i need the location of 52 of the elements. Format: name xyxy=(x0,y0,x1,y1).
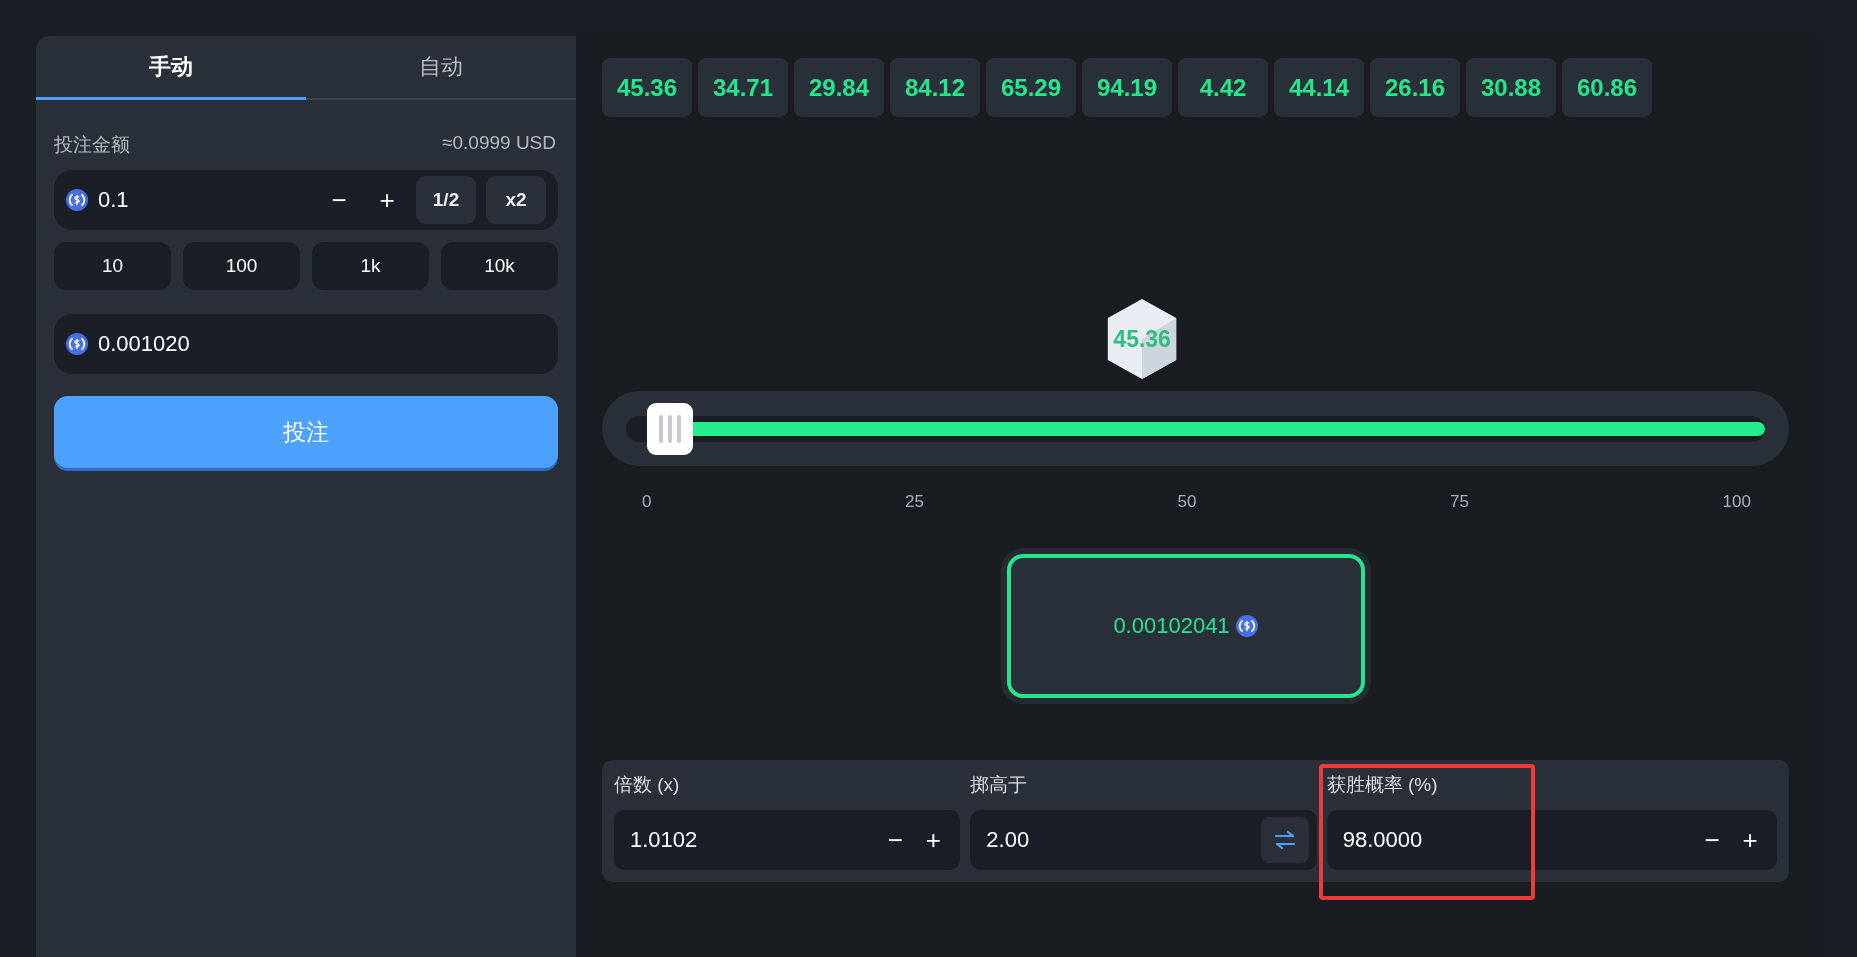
coin-icon xyxy=(66,189,88,211)
bet-amount-value: 0.1 xyxy=(98,187,129,213)
plus-button[interactable]: + xyxy=(368,183,406,217)
history-result: 29.84 xyxy=(794,58,884,117)
minus-button[interactable]: − xyxy=(876,823,915,857)
payout-amount: 0.00102041 xyxy=(1113,613,1230,639)
minus-button[interactable]: − xyxy=(1693,823,1731,857)
scale-label: 75 xyxy=(1450,492,1469,512)
plus-button[interactable]: + xyxy=(914,823,953,857)
history-result: 94.19 xyxy=(1082,58,1172,117)
scale-label: 50 xyxy=(1177,492,1197,512)
minus-button[interactable]: − xyxy=(320,183,358,217)
quick-amount-button[interactable]: 1k xyxy=(312,242,429,290)
history-result: 34.71 xyxy=(698,58,788,117)
field-value: 1.0102 xyxy=(630,827,698,853)
field-value: 98.0000 xyxy=(1342,827,1423,853)
swap-button[interactable] xyxy=(1260,817,1309,863)
history-result: 84.12 xyxy=(890,58,980,117)
history-result: 44.14 xyxy=(1274,58,1364,117)
history-result: 30.88 xyxy=(1466,58,1556,117)
quick-amount-button[interactable]: 100 xyxy=(183,242,300,290)
input-field[interactable]: 98.0000 − + xyxy=(1326,810,1777,870)
history-result: 60.86 xyxy=(1562,58,1652,117)
coin-icon xyxy=(1235,615,1258,637)
mode-tab[interactable]: 自动 xyxy=(306,36,576,100)
payout-field[interactable]: 0.001020 xyxy=(54,314,558,374)
input-field[interactable]: 2.00 xyxy=(970,810,1317,870)
history-result: 26.16 xyxy=(1370,58,1460,117)
field-value: 2.00 xyxy=(986,827,1030,853)
double-button[interactable]: x2 xyxy=(486,176,546,224)
field-label: 获胜概率 (%) xyxy=(1326,773,1439,797)
quick-amount-button[interactable]: 10k xyxy=(441,242,558,290)
half-button[interactable]: 1/2 xyxy=(416,176,476,224)
mode-tab[interactable]: 手动 xyxy=(36,36,306,100)
coin-icon xyxy=(66,333,88,355)
scale-label: 25 xyxy=(905,492,924,512)
bet-amount-field[interactable]: 0.1 − + 1/2 x2 xyxy=(54,170,558,230)
slider-handle[interactable] xyxy=(646,402,693,455)
usd-value: ≈0.0999 USD xyxy=(442,132,556,155)
payout-value: 0.001020 xyxy=(98,331,190,357)
history-result: 65.29 xyxy=(986,58,1076,117)
plus-button[interactable]: + xyxy=(1731,823,1769,857)
history-result: 45.36 xyxy=(602,58,692,117)
scale-label: 100 xyxy=(1722,492,1751,512)
bet-amount-label: 投注金额 xyxy=(54,133,130,157)
field-label: 掷高于 xyxy=(970,773,1029,797)
quick-amount-button[interactable]: 10 xyxy=(54,242,171,290)
history-result: 4.42 xyxy=(1178,58,1268,117)
scale-label: 0 xyxy=(642,492,652,512)
swap-arrows-icon xyxy=(1272,830,1297,850)
field-label: 倍数 (x) xyxy=(614,773,681,797)
input-field[interactable]: 1.0102 − + xyxy=(614,810,961,870)
